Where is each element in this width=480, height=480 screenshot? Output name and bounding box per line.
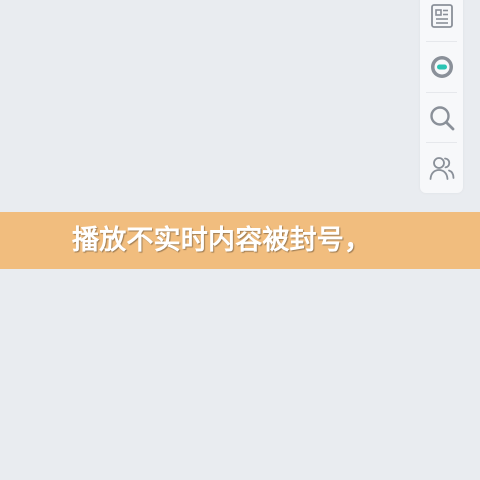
banner-text: 播放不实时内容被封号， bbox=[72, 225, 372, 256]
sidebar-item-toggle[interactable] bbox=[420, 41, 463, 92]
users-icon bbox=[428, 154, 456, 182]
search-icon bbox=[428, 104, 456, 132]
right-toolbar bbox=[420, 0, 463, 193]
sidebar-item-articles[interactable] bbox=[420, 0, 463, 41]
subtitle-banner: 播放不实时内容被封号， bbox=[0, 212, 480, 269]
sidebar-item-search[interactable] bbox=[420, 92, 463, 143]
page-background: 播放不实时内容被封号， bbox=[0, 0, 480, 480]
sidebar-item-users[interactable] bbox=[420, 142, 463, 193]
article-icon bbox=[429, 3, 455, 29]
toggle-record-icon bbox=[429, 54, 455, 80]
